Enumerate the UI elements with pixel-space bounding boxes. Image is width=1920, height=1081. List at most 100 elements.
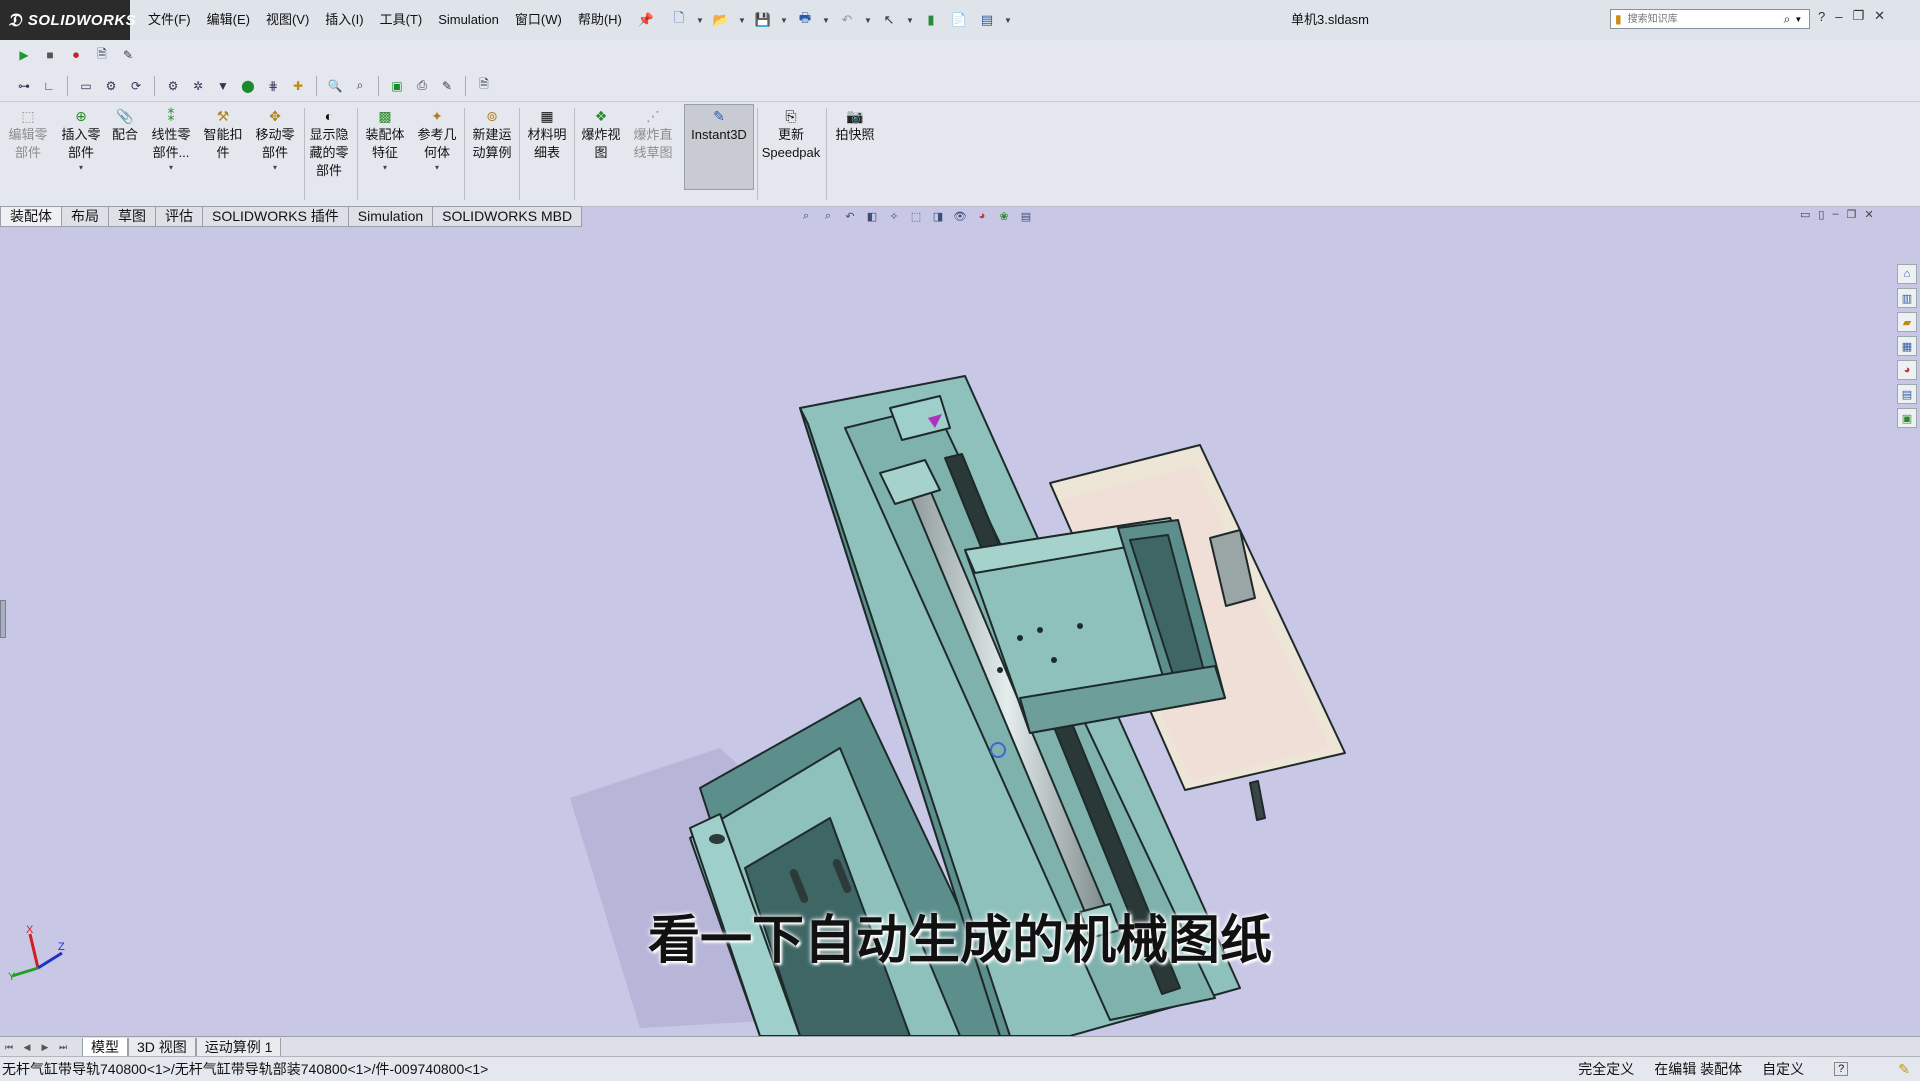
- zoom-to-area-icon[interactable]: ⌕: [820, 208, 836, 224]
- viewport-restore-icon[interactable]: ❐: [1847, 208, 1857, 221]
- apply-scene-icon[interactable]: ❀: [996, 208, 1012, 224]
- dropdown-arrow-icon[interactable]: ▼: [738, 16, 746, 25]
- insert-component-button[interactable]: ⊕ 插入零 部件 ▾: [58, 106, 104, 174]
- dynamic-annotation-icon[interactable]: ✧: [886, 208, 902, 224]
- appearances-icon[interactable]: ◕: [1897, 360, 1917, 380]
- take-snapshot-button[interactable]: 📷 拍快照: [828, 106, 882, 144]
- first-tab-icon[interactable]: ⏮: [0, 1038, 18, 1056]
- open-folder-icon[interactable]: 📂: [710, 9, 732, 31]
- tile-view-icon[interactable]: ▯: [1818, 208, 1824, 221]
- dropdown-arrow-icon[interactable]: ▾: [383, 162, 387, 174]
- view-palette-icon[interactable]: ▦: [1897, 336, 1917, 356]
- linear-pattern-button[interactable]: ⁑ 线性零 部件... ▾: [146, 106, 196, 174]
- viewport-close-icon[interactable]: ✕: [1864, 208, 1873, 221]
- tab-evaluate[interactable]: 评估: [156, 206, 203, 227]
- print-icon[interactable]: 🖶: [794, 9, 816, 31]
- search-dropdown-icon[interactable]: ▼: [1794, 15, 1802, 24]
- move-component-button[interactable]: ✥ 移动零 部件 ▾: [250, 106, 300, 174]
- menu-view[interactable]: 视图(V): [258, 0, 317, 40]
- menu-simulation[interactable]: Simulation: [430, 0, 507, 40]
- edit-macro-icon[interactable]: ✎: [118, 45, 138, 65]
- new-motion-study-button[interactable]: ⊚ 新建运 动算例: [467, 106, 517, 162]
- menu-help[interactable]: 帮助(H): [570, 0, 630, 40]
- undo-icon[interactable]: ↶: [836, 9, 858, 31]
- dropdown-arrow-icon[interactable]: ▼: [696, 16, 704, 25]
- filter-icon[interactable]: ▼: [213, 76, 233, 96]
- tab-mbd[interactable]: SOLIDWORKS MBD: [433, 206, 583, 227]
- display-icon[interactable]: ▭: [76, 76, 96, 96]
- new-document-icon[interactable]: 🗋: [668, 9, 690, 31]
- record-macro-icon[interactable]: ⏺: [66, 45, 86, 65]
- menu-file[interactable]: 文件(F): [140, 0, 199, 40]
- zoom-icon[interactable]: 🔍: [325, 76, 345, 96]
- display-style-icon[interactable]: ◨: [930, 208, 946, 224]
- tab-motion-study[interactable]: 运动算例 1: [195, 1037, 282, 1057]
- units-selector[interactable]: 自定义: [1752, 1059, 1834, 1079]
- search-box[interactable]: ▮ ⌕ ▼: [1610, 9, 1810, 29]
- menu-window[interactable]: 窗口(W): [507, 0, 570, 40]
- last-tab-icon[interactable]: ⏭: [54, 1038, 72, 1056]
- menu-tools[interactable]: 工具(T): [372, 0, 431, 40]
- edit-appearance-icon[interactable]: ◕: [974, 208, 990, 224]
- zoom-to-fit-icon[interactable]: ⌕: [798, 208, 814, 224]
- view-orientation-icon[interactable]: ⬚: [908, 208, 924, 224]
- location-icon[interactable]: ⬤: [238, 76, 258, 96]
- grid-icon[interactable]: ⋕: [263, 76, 283, 96]
- stop-macro-icon[interactable]: ■: [40, 45, 60, 65]
- print-preview-icon[interactable]: ⎙: [412, 76, 432, 96]
- export-icon[interactable]: ▣: [387, 76, 407, 96]
- previous-view-icon[interactable]: ↶: [842, 208, 858, 224]
- select-cursor-icon[interactable]: ↖: [878, 9, 900, 31]
- tab-simulation[interactable]: Simulation: [348, 206, 434, 227]
- update-speedpak-button[interactable]: ⎘ 更新 Speedpak: [758, 106, 824, 162]
- options-icon[interactable]: ▤: [976, 9, 998, 31]
- rebuild-icon[interactable]: ▮: [920, 9, 942, 31]
- tab-addins[interactable]: SOLIDWORKS 插件: [203, 206, 349, 227]
- custom-properties-icon[interactable]: ▤: [1897, 384, 1917, 404]
- edit-component-button[interactable]: ⬚ 编辑零 部件: [6, 106, 50, 162]
- hide-show-items-icon[interactable]: 👁: [952, 208, 968, 224]
- dropdown-arrow-icon[interactable]: ▼: [906, 16, 914, 25]
- file-properties-icon[interactable]: 📄: [948, 9, 970, 31]
- show-hidden-components-button[interactable]: ◐ 显示隐 藏的零 部件: [304, 106, 354, 180]
- dropdown-arrow-icon[interactable]: ▾: [435, 162, 439, 174]
- home-icon[interactable]: ⌂: [1897, 264, 1917, 284]
- solidworks-resources-icon[interactable]: ▣: [1897, 408, 1917, 428]
- rotate-icon[interactable]: ⟳: [126, 76, 146, 96]
- reference-geometry-button[interactable]: ✦ 参考几 何体 ▾: [412, 106, 462, 174]
- section-view-icon[interactable]: ◧: [864, 208, 880, 224]
- rebuild-indicator-icon[interactable]: ✎: [1888, 1061, 1920, 1078]
- split-view-icon[interactable]: ▭: [1800, 208, 1810, 221]
- prev-tab-icon[interactable]: ◀: [18, 1038, 36, 1056]
- pin-icon[interactable]: 📌: [630, 0, 662, 40]
- instant3d-button[interactable]: ✎ Instant3D: [684, 106, 754, 144]
- dropdown-arrow-icon[interactable]: ▾: [273, 162, 277, 174]
- settings-icon[interactable]: ⚙: [163, 76, 183, 96]
- dropdown-arrow-icon[interactable]: ▾: [169, 162, 173, 174]
- dropdown-arrow-icon[interactable]: ▼: [864, 16, 872, 25]
- view-settings-icon[interactable]: ▤: [1018, 208, 1034, 224]
- viewport-minimize-icon[interactable]: –: [1832, 208, 1838, 221]
- close-icon[interactable]: ✕: [1874, 8, 1885, 24]
- tab-layout[interactable]: 布局: [62, 206, 109, 227]
- dropdown-arrow-icon[interactable]: ▾: [79, 162, 83, 174]
- gear-icon[interactable]: ✲: [188, 76, 208, 96]
- explode-line-sketch-button[interactable]: ⋰ 爆炸直 线草图: [628, 106, 678, 162]
- save-icon[interactable]: 💾: [752, 9, 774, 31]
- mate-button[interactable]: 📎 配合: [108, 106, 142, 144]
- design-library-icon[interactable]: ▥: [1897, 288, 1917, 308]
- menu-insert[interactable]: 插入(I): [317, 0, 371, 40]
- restore-icon[interactable]: ❐: [1852, 8, 1864, 24]
- run-macro-icon[interactable]: ▶: [14, 45, 34, 65]
- tab-3d-views[interactable]: 3D 视图: [128, 1037, 196, 1057]
- edit-icon[interactable]: ✎: [437, 76, 457, 96]
- tab-sketch[interactable]: 草图: [109, 206, 156, 227]
- dropdown-arrow-icon[interactable]: ▼: [822, 16, 830, 25]
- tab-assembly[interactable]: 装配体: [0, 206, 62, 227]
- find-icon[interactable]: ⌕: [350, 76, 370, 96]
- solidworks-logo[interactable]: 𝔇 SOLIDWORKS: [0, 0, 136, 40]
- smart-fasteners-button[interactable]: ⚒ 智能扣 件: [198, 106, 248, 162]
- next-tab-icon[interactable]: ▶: [36, 1038, 54, 1056]
- assembly-features-button[interactable]: ▩ 装配体 特征 ▾: [360, 106, 410, 174]
- tab-model[interactable]: 模型: [82, 1037, 128, 1057]
